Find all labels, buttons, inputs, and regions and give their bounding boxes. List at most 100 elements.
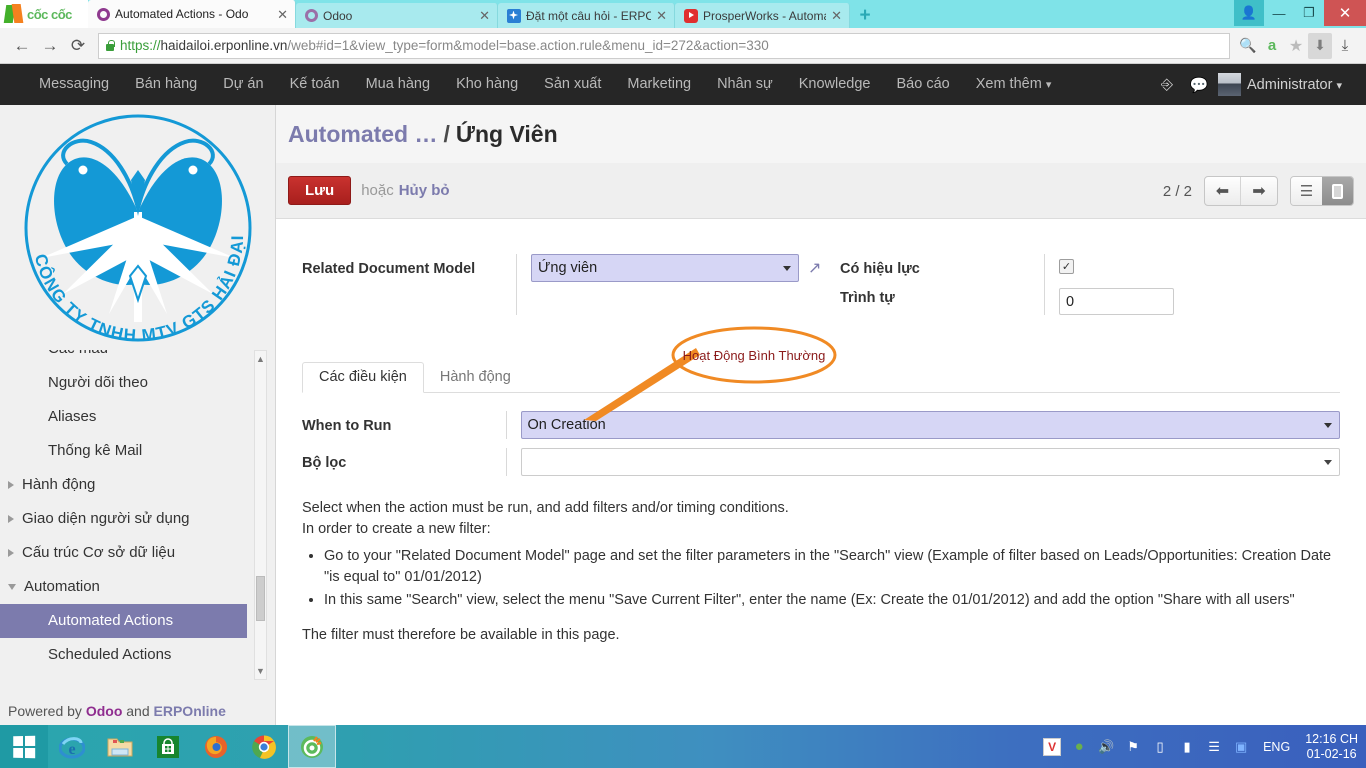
- tab-close-icon[interactable]: ✕: [277, 8, 288, 21]
- sidebar-item-actions[interactable]: Hành động: [0, 468, 275, 502]
- breadcrumb-parent[interactable]: Automated …: [288, 121, 438, 148]
- minimize-button[interactable]: —: [1264, 0, 1294, 26]
- main-content: Automated … / Ứng Viên Lưu hoặc Hủy bỏ 2…: [276, 105, 1366, 725]
- address-bar[interactable]: https://haidailoi.erponline.vn/web#id=1&…: [98, 33, 1230, 59]
- chevron-down-icon: [8, 584, 16, 590]
- when-to-run-select[interactable]: On Creation: [521, 411, 1340, 439]
- nav-menu-more[interactable]: Xem thêm ▾: [963, 64, 1065, 106]
- save-button[interactable]: Lưu: [288, 176, 351, 205]
- chat-icon[interactable]: 💬: [1186, 64, 1212, 105]
- sidebar-item-database-structure[interactable]: Cấu trúc Cơ sở dữ liệu: [0, 536, 275, 570]
- nav-menu-messaging[interactable]: Messaging: [26, 64, 122, 105]
- zoom-icon[interactable]: 🔍: [1236, 33, 1260, 59]
- external-link-icon[interactable]: ↗: [808, 258, 821, 278]
- odoo-link[interactable]: Odoo: [86, 703, 123, 719]
- sidebar-item-aliases[interactable]: Aliases: [0, 400, 275, 434]
- active-checkbox[interactable]: ✓: [1059, 259, 1074, 274]
- scrollbar-thumb[interactable]: [256, 576, 265, 621]
- url-host: haidailoi.erponline.vn: [161, 38, 288, 53]
- related-document-model-label: Related Document Model: [302, 254, 502, 315]
- taskbar-file-explorer[interactable]: [96, 725, 144, 768]
- erponline-link[interactable]: ERPOnline: [154, 703, 226, 719]
- browser-tab-1[interactable]: Odoo ✕: [296, 3, 498, 28]
- tab-conditions[interactable]: Các điều kiện: [302, 362, 424, 393]
- forward-button[interactable]: →: [36, 32, 64, 60]
- odoo-application: Messaging Bán hàng Dự án Kế toán Mua hàn…: [0, 64, 1366, 725]
- logout-icon[interactable]: ⎆: [1154, 64, 1180, 105]
- sidebar-item-scheduled-actions[interactable]: Scheduled Actions: [0, 638, 275, 672]
- idm-icon[interactable]: ●: [1070, 738, 1088, 756]
- sidebar-item-automation[interactable]: Automation: [0, 570, 275, 604]
- unikey-icon[interactable]: V: [1043, 738, 1061, 756]
- user-profile-icon[interactable]: 👤: [1234, 0, 1264, 26]
- discard-button[interactable]: Hủy bỏ: [399, 182, 450, 199]
- form-view-button[interactable]: [1322, 177, 1353, 205]
- network-icon[interactable]: ☰: [1205, 738, 1223, 756]
- scroll-down-icon[interactable]: ▼: [256, 665, 265, 677]
- download-tray-icon[interactable]: ⤓: [1332, 33, 1358, 59]
- nav-menu-warehouse[interactable]: Kho hàng: [443, 64, 531, 105]
- display-icon[interactable]: ▯: [1151, 738, 1169, 756]
- nav-menu-marketing[interactable]: Marketing: [614, 64, 704, 105]
- tab-close-icon[interactable]: ✕: [831, 9, 842, 22]
- sidebar-scrollbar[interactable]: ▲ ▼: [254, 350, 267, 680]
- nav-menu-knowledge[interactable]: Knowledge: [786, 64, 884, 105]
- security-flag-icon[interactable]: ⚑: [1124, 738, 1142, 756]
- sidebar-item-mail-statistics[interactable]: Thống kê Mail: [0, 434, 275, 468]
- nav-menu-accounting[interactable]: Kế toán: [277, 64, 353, 105]
- windows-start-button[interactable]: [0, 725, 48, 768]
- close-window-button[interactable]: ✕: [1324, 0, 1366, 26]
- nav-menu-purchase[interactable]: Mua hàng: [353, 64, 444, 105]
- help-line-2: In order to create a new filter:: [302, 519, 1340, 540]
- sidebar-item-automated-actions[interactable]: Automated Actions: [0, 604, 247, 638]
- browser-tab-label: Automated Actions - Odo: [115, 7, 272, 21]
- tab-close-icon[interactable]: ✕: [656, 9, 667, 22]
- taskbar-coccoc[interactable]: [288, 725, 336, 768]
- maximize-button[interactable]: ❐: [1294, 0, 1324, 26]
- browser-tab-3[interactable]: ProsperWorks - Automate ✕: [675, 3, 850, 28]
- browser-tab-2[interactable]: Đặt một câu hỏi - ERPOnli ✕: [498, 3, 675, 28]
- new-tab-button[interactable]: +: [850, 3, 880, 28]
- back-button[interactable]: ←: [8, 32, 36, 60]
- tab-actions[interactable]: Hành động: [424, 363, 527, 392]
- taskbar-windows-store[interactable]: [144, 725, 192, 768]
- browser-tab-0[interactable]: Automated Actions - Odo ✕: [88, 0, 296, 28]
- user-menu[interactable]: Administrator ▾: [1247, 77, 1356, 93]
- nav-menu-hr[interactable]: Nhân sự: [704, 64, 786, 105]
- when-to-run-value: On Creation: [528, 417, 606, 433]
- nav-menu-sales[interactable]: Bán hàng: [122, 64, 210, 105]
- language-indicator[interactable]: ENG: [1259, 740, 1294, 754]
- reload-button[interactable]: ⟳: [64, 32, 92, 60]
- related-document-model-select[interactable]: Ứng viên: [531, 254, 799, 282]
- list-view-button[interactable]: ☰: [1291, 177, 1322, 205]
- chevron-right-icon: [8, 481, 14, 489]
- nav-menu-project[interactable]: Dự án: [210, 64, 276, 105]
- filter-select[interactable]: [521, 448, 1340, 476]
- volume-icon[interactable]: 🔊: [1097, 738, 1115, 756]
- nav-menu-manufacturing[interactable]: Sản xuất: [531, 64, 614, 105]
- sidebar-item-templates[interactable]: Các mẫu: [0, 350, 275, 366]
- pager-next-button[interactable]: ➡: [1241, 177, 1277, 205]
- coccoc-brand-logo: cốc cốc: [0, 0, 88, 28]
- scroll-up-icon[interactable]: ▲: [256, 353, 265, 365]
- pager-previous-button[interactable]: ⬅: [1205, 177, 1241, 205]
- chrome-icon: [251, 734, 277, 760]
- taskbar-internet-explorer[interactable]: e: [48, 725, 96, 768]
- download-arrow-icon[interactable]: ⬇: [1308, 33, 1332, 59]
- plus-icon: +: [859, 6, 870, 25]
- nav-menu-reporting[interactable]: Báo cáo: [883, 64, 962, 105]
- sequence-input[interactable]: 0: [1059, 288, 1174, 315]
- outlook-icon[interactable]: ▣: [1232, 738, 1250, 756]
- battery-icon[interactable]: ▮: [1178, 738, 1196, 756]
- system-tray: V ● 🔊 ⚑ ▯ ▮ ☰ ▣ ENG 12:16 CH 01-02-16: [1043, 725, 1366, 768]
- bookmark-star-icon[interactable]: ★: [1284, 33, 1308, 59]
- sidebar-item-user-interface[interactable]: Giao diện người sử dụng: [0, 502, 275, 536]
- sidebar-item-followers[interactable]: Người dõi theo: [0, 366, 275, 400]
- taskbar-chrome[interactable]: [240, 725, 288, 768]
- taskbar-firefox[interactable]: [192, 725, 240, 768]
- clock[interactable]: 12:16 CH 01-02-16: [1303, 732, 1358, 762]
- vietnamese-input-icon[interactable]: a: [1260, 33, 1284, 59]
- pager-buttons: ⬅ ➡: [1204, 176, 1278, 206]
- view-switcher: ☰: [1290, 176, 1354, 206]
- tab-close-icon[interactable]: ✕: [479, 9, 490, 22]
